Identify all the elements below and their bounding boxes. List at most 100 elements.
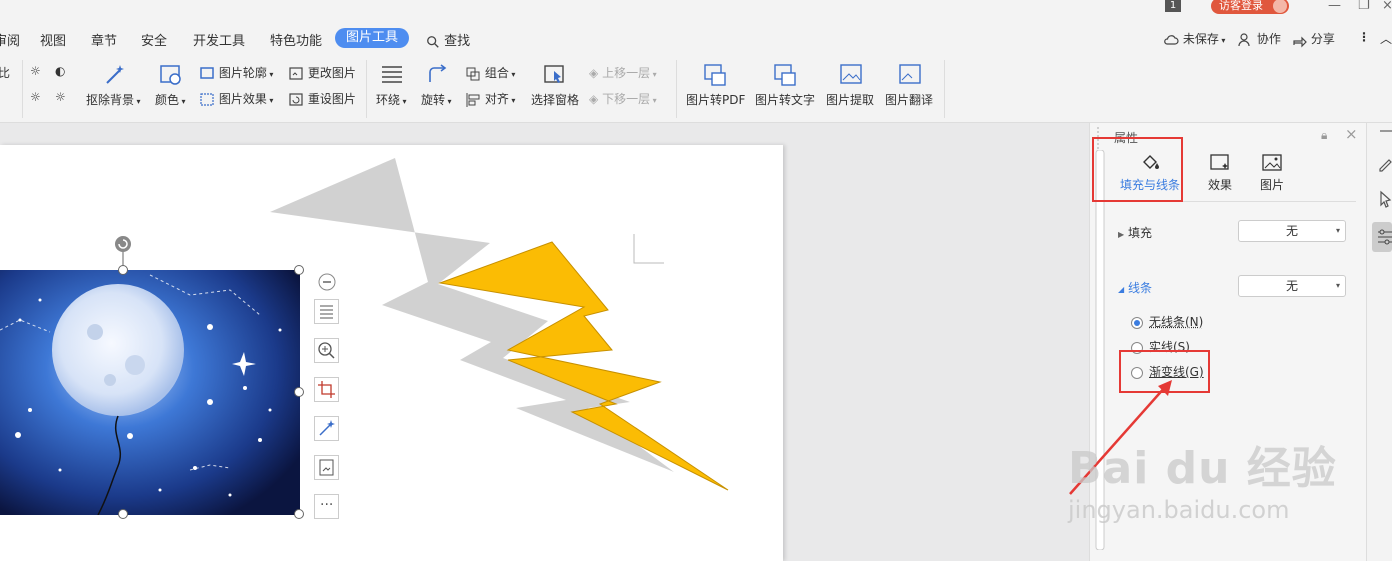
chevron-down-icon: ▾ [1335, 226, 1340, 235]
wrap-button[interactable]: 环绕 ▾ [376, 91, 407, 108]
zoom-button[interactable] [314, 338, 339, 363]
remove-background-button[interactable]: 抠除背景 ▾ [86, 91, 141, 108]
resize-handle-bottom-right[interactable] [294, 509, 304, 519]
layer-down-icon: ◈ [589, 92, 599, 106]
share-label: 分享 [1310, 32, 1335, 46]
picture-color-icon [160, 65, 181, 85]
fill-section-toggle[interactable]: ▶ 填充 [1118, 224, 1152, 241]
to-pdf-button[interactable]: 图片转PDF [686, 91, 745, 108]
tab-picture-tools[interactable]: 图片工具 [335, 28, 409, 48]
move-up-button[interactable]: ◈ 上移一层 ▾ [589, 64, 657, 81]
collapse-ribbon-icon[interactable]: ︿ [1380, 30, 1392, 47]
chevron-down-icon: ▾ [650, 96, 657, 105]
change-picture-icon [319, 459, 334, 476]
avatar-icon [1273, 0, 1287, 13]
collapse-toolbar-icon[interactable] [318, 273, 336, 291]
color-button[interactable]: 颜色 ▾ [155, 91, 186, 108]
page-number-badge: 1 [1165, 0, 1181, 12]
close-window-icon[interactable]: × [1382, 0, 1392, 13]
tab-chapter[interactable]: 章节 [91, 30, 117, 49]
remove-background-quick-button[interactable] [314, 416, 339, 441]
ellipsis-icon: ··· [320, 497, 334, 513]
remove-background-label: 抠除背景 [86, 93, 135, 107]
extract-button[interactable]: 图片提取 [826, 91, 874, 108]
chevron-down-icon: ▾ [400, 97, 407, 106]
to-text-button[interactable]: 图片转文字 [755, 91, 815, 108]
tab-review[interactable]: 审阅 [0, 30, 20, 49]
layer-up-icon: ◈ [589, 66, 599, 80]
group-label: 组合 [484, 66, 509, 80]
to-text-icon [774, 64, 796, 86]
effect-button[interactable]: 图片效果 ▾ [199, 90, 273, 108]
translate-button[interactable]: 图片翻译 [885, 91, 933, 108]
layout-options-button[interactable] [314, 299, 339, 324]
tab-effect-label: 效果 [1207, 178, 1232, 192]
search-icon [427, 35, 439, 48]
resize-handle-right[interactable] [294, 387, 304, 397]
chevron-down-icon: ▾ [134, 97, 141, 106]
share-button[interactable]: 分享 [1291, 30, 1335, 48]
resize-handle-top[interactable] [118, 265, 128, 275]
move-down-button[interactable]: ◈ 下移一层 ▾ [589, 90, 657, 107]
chevron-down-icon: ▾ [650, 70, 657, 79]
zoom-in-icon [318, 342, 335, 359]
visitor-login-button[interactable]: 访客登录 [1211, 0, 1289, 14]
fill-dropdown[interactable]: 无 ▾ [1238, 220, 1346, 242]
change-picture-button[interactable]: 更改图片 [288, 64, 356, 82]
line-dropdown[interactable]: 无 ▾ [1238, 275, 1346, 297]
wrap-text-icon [320, 305, 333, 319]
contrast-down-icon[interactable]: ☼ [55, 90, 66, 104]
group-icon [466, 67, 480, 80]
collab-button[interactable]: 协作 [1237, 30, 1281, 48]
reset-picture-label: 重设图片 [307, 92, 356, 106]
align-button[interactable]: 对齐 ▾ [465, 90, 515, 108]
change-picture-icon [289, 66, 303, 80]
chevron-down-icon: ▾ [179, 97, 186, 106]
tab-effect[interactable]: 效果 [1200, 153, 1240, 193]
change-picture-quick-button[interactable] [314, 455, 339, 480]
outline-button[interactable]: 图片轮廓 ▾ [199, 64, 273, 82]
caret-down-icon: ◢ [1118, 285, 1125, 294]
tab-security[interactable]: 安全 [141, 30, 167, 49]
ribbon-divider [22, 60, 23, 118]
tab-find[interactable]: 查找 [426, 30, 470, 49]
contrast-up-icon[interactable]: ◐ [55, 64, 65, 78]
fill-label: 填充 [1127, 226, 1152, 240]
more-menu-icon[interactable]: ⋮ [1358, 30, 1370, 44]
caret-right-icon: ▶ [1118, 230, 1125, 239]
pen-icon[interactable] [1378, 155, 1392, 173]
unsaved-status[interactable]: 未保存 ▾ [1163, 30, 1225, 48]
resize-handle-top-right[interactable] [294, 265, 304, 275]
effect-icon [1210, 154, 1229, 170]
restore-icon[interactable]: ❐ [1358, 0, 1370, 13]
color-label: 颜色 [155, 93, 180, 107]
right-sidebar [1366, 123, 1392, 561]
crop-button[interactable] [314, 377, 339, 402]
chevron-down-icon: ▾ [1335, 281, 1340, 290]
selection-pane-button[interactable]: 选择窗格 [531, 91, 579, 108]
tab-picture[interactable]: 图片 [1252, 153, 1292, 193]
share-icon [1293, 36, 1307, 47]
brightness-up-icon[interactable]: ☼ [30, 64, 41, 78]
tab-find-label: 查找 [444, 34, 471, 49]
rotate-icon [429, 64, 447, 82]
resize-handle-bottom[interactable] [118, 509, 128, 519]
group-button[interactable]: 组合 ▾ [465, 64, 515, 82]
magic-wand-icon [319, 420, 335, 436]
contrast-icon[interactable]: 比 [0, 64, 10, 81]
close-panel-icon[interactable]: × [1345, 125, 1358, 143]
moon-picture[interactable] [0, 270, 300, 515]
line-section-toggle[interactable]: ◢ 线条 [1118, 279, 1152, 296]
rotate-button[interactable]: 旋转 ▾ [421, 91, 452, 108]
settings-panel-toggle[interactable] [1372, 222, 1392, 252]
reset-picture-button[interactable]: 重设图片 [288, 90, 356, 108]
lock-icon[interactable]: 🔒︎ [1321, 128, 1327, 143]
more-options-button[interactable]: ··· [314, 494, 339, 519]
tab-special[interactable]: 特色功能 [270, 30, 322, 49]
minimize-icon[interactable]: — [1328, 0, 1341, 13]
tab-developer[interactable]: 开发工具 [193, 30, 245, 49]
brightness-down-icon[interactable]: ☼ [30, 90, 41, 104]
radio-no-line[interactable]: 无线条(N) [1131, 313, 1203, 330]
tab-view[interactable]: 视图 [40, 30, 66, 49]
cursor-icon[interactable] [1378, 190, 1392, 208]
